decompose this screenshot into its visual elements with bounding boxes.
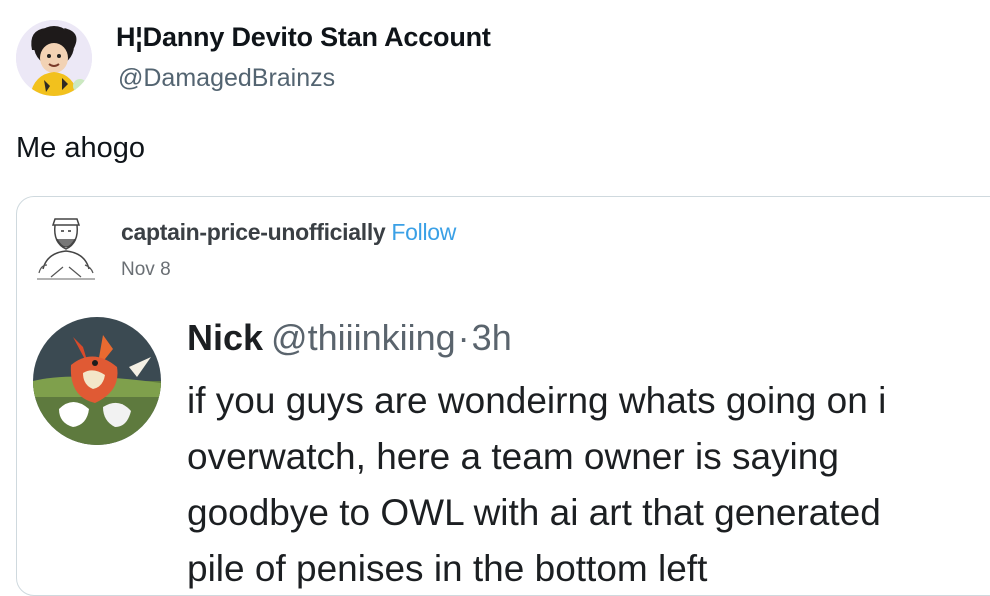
quoted-post-date: Nov 8 bbox=[121, 259, 171, 280]
follow-button[interactable]: Follow bbox=[391, 219, 456, 245]
nick-avatar[interactable] bbox=[33, 317, 161, 445]
quoted-author-avatar[interactable] bbox=[33, 211, 99, 283]
pokemon-avatar-illustration bbox=[33, 317, 161, 445]
inner-post-line: if you guys are wondeirng whats going on… bbox=[187, 380, 887, 421]
quoted-author-line: captain-price-unofficially Follow bbox=[121, 219, 456, 246]
quoted-post-card[interactable]: captain-price-unofficially Follow Nov 8 N… bbox=[16, 196, 990, 596]
inner-post-line: pile of penises in the bottom left bbox=[187, 548, 708, 589]
author-name[interactable]: H¦Danny Devito Stan Account bbox=[116, 22, 491, 53]
inner-post-header: Nick @thiiinkiing·3h bbox=[187, 317, 512, 359]
inner-post-time[interactable]: 3h bbox=[472, 317, 512, 358]
sketch-avatar-illustration bbox=[33, 211, 99, 283]
author-handle[interactable]: @DamagedBrainzs bbox=[118, 64, 335, 93]
inner-post-line: goodbye to OWL with ai art that generate… bbox=[187, 492, 881, 533]
author-avatar[interactable] bbox=[16, 20, 92, 96]
tweet-text: Me ahogo bbox=[16, 132, 145, 164]
quoted-author-name[interactable]: captain-price-unofficially bbox=[121, 219, 386, 245]
inner-post-text: if you guys are wondeirng whats going on… bbox=[187, 373, 990, 595]
inner-author-handle[interactable]: @thiiinkiing bbox=[271, 317, 456, 358]
inner-author-name[interactable]: Nick bbox=[187, 317, 263, 358]
avatar-illustration bbox=[16, 20, 92, 96]
header-separator: · bbox=[457, 317, 470, 358]
inner-post-line: overwatch, here a team owner is saying bbox=[187, 436, 839, 477]
